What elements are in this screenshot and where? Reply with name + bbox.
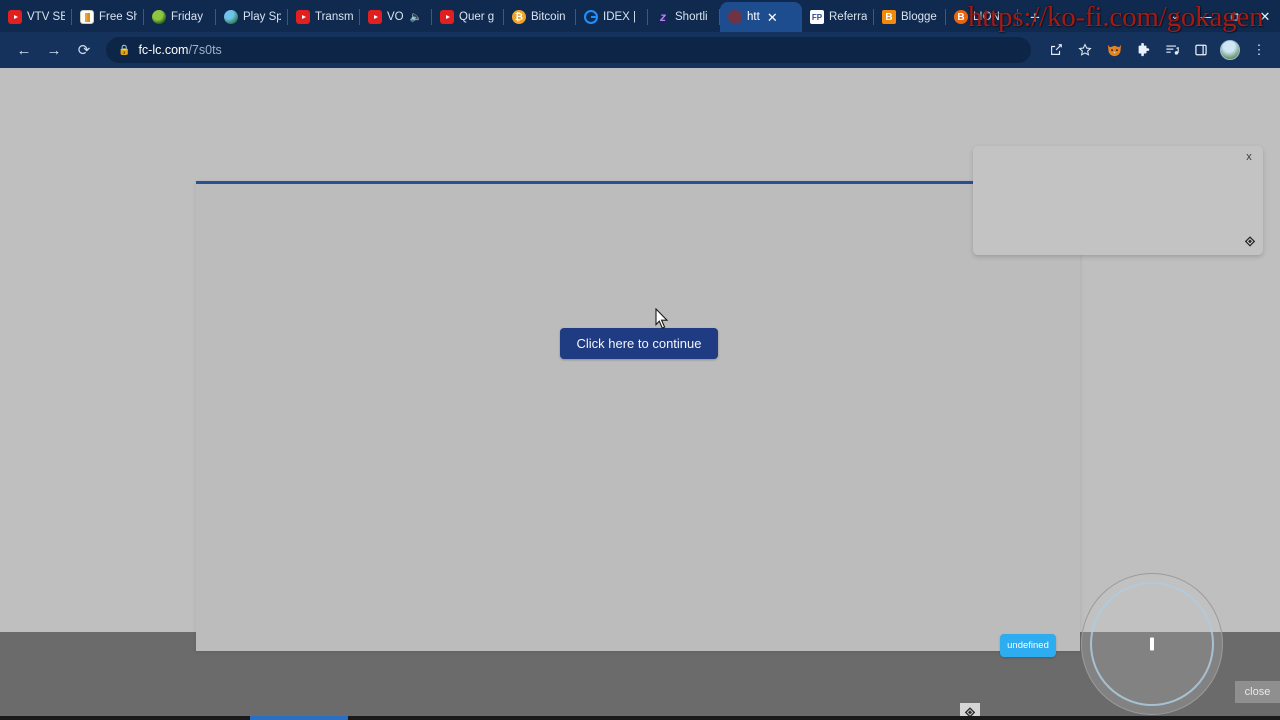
lock-icon: 🔒 bbox=[118, 44, 131, 56]
tab-play-sp[interactable]: Play Sp bbox=[216, 2, 288, 32]
bitcoin-icon: ₿ bbox=[512, 10, 526, 24]
tab-label: Bitcoin bbox=[531, 11, 566, 23]
tab-label: Blogge bbox=[901, 11, 937, 23]
browser-chrome: VTV SB Free Sh Friday Play Sp Transm VO bbox=[0, 0, 1280, 68]
reload-icon[interactable]: ⟳ bbox=[70, 36, 98, 64]
avatar bbox=[1220, 40, 1240, 60]
window-controls: ⌄ — ⧉ ✕ bbox=[1160, 2, 1280, 32]
window-close-button[interactable]: ✕ bbox=[1250, 2, 1280, 32]
tab-transm[interactable]: Transm bbox=[288, 2, 360, 32]
youtube-icon bbox=[440, 10, 454, 24]
youtube-icon bbox=[296, 10, 310, 24]
tab-shortli[interactable]: z Shortli bbox=[648, 2, 720, 32]
tab-idex[interactable]: IDEX | bbox=[576, 2, 648, 32]
tab-label: Play Sp bbox=[243, 11, 281, 23]
tab-strip: VTV SB Free Sh Friday Play Sp Transm VO bbox=[0, 0, 1280, 32]
maximize-button[interactable]: ⧉ bbox=[1220, 2, 1250, 32]
url-host: fc-lc.com bbox=[138, 43, 189, 57]
fox-extension-icon[interactable] bbox=[1101, 37, 1127, 63]
green-dot-icon bbox=[152, 10, 166, 24]
tab-lion[interactable]: B LION bbox=[946, 2, 1018, 32]
extensions-puzzle-icon[interactable] bbox=[1130, 37, 1156, 63]
back-icon[interactable]: ← bbox=[10, 36, 38, 64]
tab-quer-g[interactable]: Quer g bbox=[432, 2, 504, 32]
tab-vtv-sb[interactable]: VTV SB bbox=[0, 2, 72, 32]
undefined-badge[interactable]: undefined bbox=[1000, 634, 1056, 657]
tab-label: IDEX | bbox=[603, 11, 637, 23]
book-icon bbox=[80, 10, 94, 24]
tab-label: VO bbox=[387, 11, 404, 23]
address-bar[interactable]: 🔒 fc-lc.com/7s0ts bbox=[106, 37, 1031, 63]
tab-label: Quer g bbox=[459, 11, 495, 23]
tab-referra[interactable]: FP Referra bbox=[802, 2, 874, 32]
tab-active-http[interactable]: htt ✕ bbox=[720, 2, 802, 32]
idex-icon bbox=[584, 10, 598, 24]
new-tab-button[interactable]: + bbox=[1022, 6, 1048, 32]
reading-list-icon[interactable] bbox=[1159, 37, 1185, 63]
page-viewport: Click here to continue x undefined close bbox=[0, 68, 1280, 720]
bottom-progress-bar[interactable] bbox=[0, 716, 1280, 720]
tab-label: htt bbox=[747, 11, 760, 23]
close-icon[interactable]: x bbox=[1241, 149, 1257, 165]
tab-label: LION bbox=[973, 11, 1000, 23]
browser-window: VTV SB Free Sh Friday Play Sp Transm VO bbox=[0, 0, 1280, 720]
youtube-icon bbox=[368, 10, 382, 24]
tab-label: VTV SB bbox=[27, 11, 65, 23]
red-dot-icon bbox=[728, 10, 742, 24]
profile-avatar[interactable] bbox=[1217, 37, 1243, 63]
globe-icon bbox=[224, 10, 238, 24]
minimize-button[interactable]: — bbox=[1190, 2, 1220, 32]
page-content-panel: Click here to continue bbox=[196, 181, 1080, 651]
shortlink-icon: z bbox=[660, 10, 666, 24]
fp-icon: FP bbox=[810, 10, 824, 24]
forward-icon[interactable]: → bbox=[40, 36, 68, 64]
chrome-menu-icon[interactable]: ⋮ bbox=[1246, 37, 1272, 63]
tab-label: Referra bbox=[829, 11, 867, 23]
ad-popup-panel: x bbox=[973, 146, 1263, 255]
bookmark-star-icon[interactable] bbox=[1072, 37, 1098, 63]
share-icon[interactable] bbox=[1043, 37, 1069, 63]
progress-played bbox=[250, 716, 348, 720]
url-path: /7s0ts bbox=[188, 43, 222, 57]
tab-blogge[interactable]: B Blogge bbox=[874, 2, 946, 32]
browser-toolbar: ← → ⟳ 🔒 fc-lc.com/7s0ts ⋮ bbox=[0, 32, 1280, 68]
timer-tick-marker bbox=[1150, 637, 1154, 651]
tab-free-sh[interactable]: Free Sh bbox=[72, 2, 144, 32]
tab-vo[interactable]: VO 🔈 bbox=[360, 2, 432, 32]
tab-label: Free Sh bbox=[99, 11, 137, 23]
url-text: fc-lc.com/7s0ts bbox=[138, 43, 221, 57]
tab-label: Shortli bbox=[675, 11, 708, 23]
side-panel-icon[interactable] bbox=[1188, 37, 1214, 63]
tab-label: Friday bbox=[171, 11, 203, 23]
click-here-to-continue-button[interactable]: Click here to continue bbox=[560, 328, 718, 359]
tab-label: Transm bbox=[315, 11, 353, 23]
close-icon[interactable]: ✕ bbox=[765, 10, 780, 25]
tab-search-icon[interactable]: ⌄ bbox=[1160, 2, 1190, 32]
youtube-icon bbox=[8, 10, 22, 24]
adchoices-icon[interactable] bbox=[1243, 235, 1257, 249]
toolbar-icons: ⋮ bbox=[1043, 37, 1272, 63]
blogger-orange-icon: B bbox=[954, 10, 968, 24]
tab-friday[interactable]: Friday bbox=[144, 2, 216, 32]
tab-bitcoin[interactable]: ₿ Bitcoin bbox=[504, 2, 576, 32]
close-overlay-button[interactable]: close bbox=[1235, 681, 1280, 703]
blogger-icon: B bbox=[882, 10, 896, 24]
circular-timer bbox=[1081, 573, 1223, 715]
tab-mute-icon[interactable]: 🔈 bbox=[410, 12, 422, 23]
